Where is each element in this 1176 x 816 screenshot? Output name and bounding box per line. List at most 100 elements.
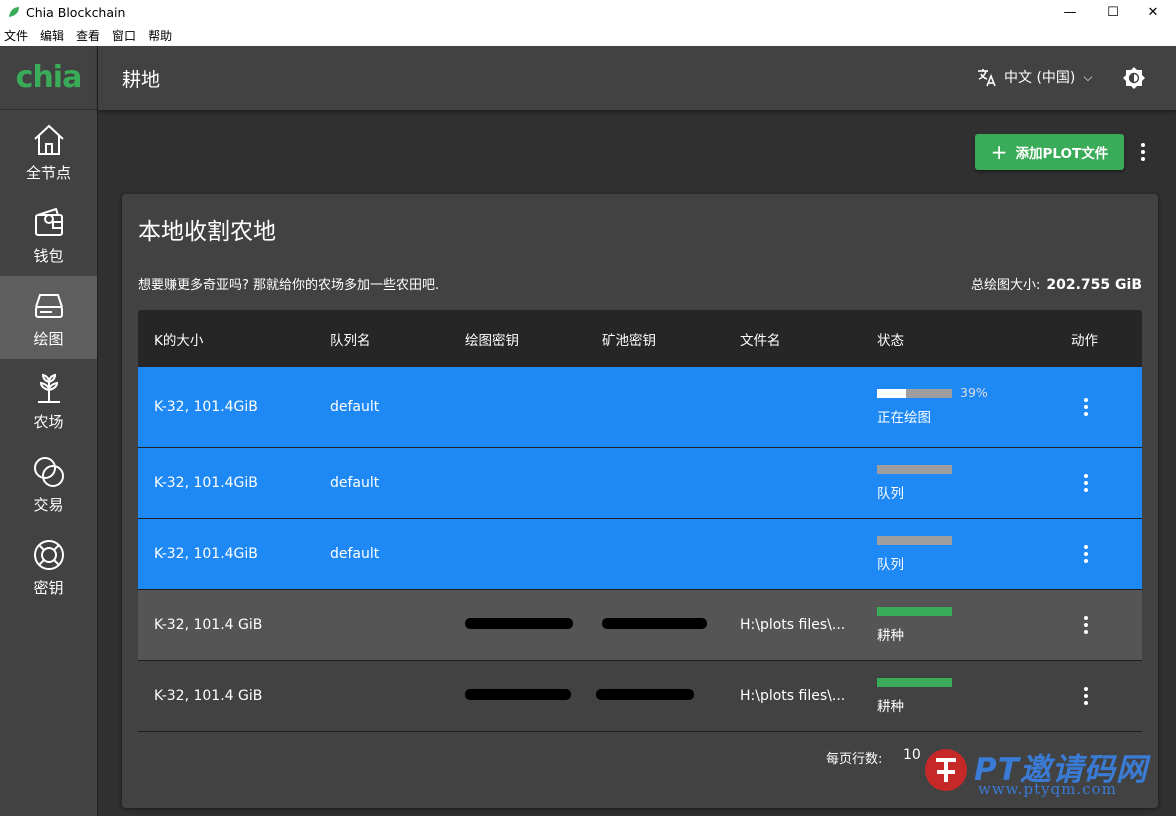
sidebar-item-trade[interactable]: 交易 (0, 442, 97, 525)
sidebar-item-keys[interactable]: 密钥 (0, 525, 97, 608)
cell-status: 耕种 (877, 606, 952, 644)
total-label: 总绘图大小: (971, 278, 1041, 293)
logo-area: chia (0, 46, 97, 110)
col-queue[interactable]: 队列名 (330, 329, 371, 349)
cell-queue: default (330, 399, 380, 415)
cell-k-size: K-32, 101.4 GiB (154, 617, 263, 633)
more-vert-icon[interactable] (1077, 471, 1095, 495)
plots-card: 本地收割农地 想要赚更多奇亚吗? 那就给你的农场多加一些农田吧. 总绘图大小: 2… (122, 194, 1158, 808)
table-row[interactable]: K-32, 101.4GiB default 队列 (138, 448, 1142, 519)
cell-status: 39% 正在绘图 (877, 385, 988, 426)
progress-bar (877, 606, 952, 616)
col-filename[interactable]: 文件名 (740, 329, 781, 349)
menu-edit[interactable]: 编辑 (40, 27, 64, 44)
key-lifebuoy-icon (33, 539, 64, 570)
menu-file[interactable]: 文件 (4, 27, 28, 44)
menu-view[interactable]: 查看 (76, 27, 100, 44)
translate-icon (978, 69, 996, 87)
wallet-icon (34, 207, 63, 236)
rows-per-page-label: 每页行数: (826, 752, 883, 767)
chevron-down-icon: ⌵ (1083, 69, 1093, 84)
watermark-url: www.ptyqm.com (978, 780, 1117, 798)
status-label: 耕种 (877, 627, 904, 644)
page-title: 耕地 (122, 68, 161, 91)
add-plot-label: 添加PLOT文件 (1015, 146, 1109, 162)
cell-k-size: K-32, 101.4 GiB (154, 688, 263, 704)
plus-icon: + (990, 140, 1008, 164)
sidebar: chia 全节点 钱包 绘图 农场 交易 密钥 (0, 46, 98, 816)
more-vert-icon[interactable] (1077, 684, 1095, 708)
menu-help[interactable]: 帮助 (148, 27, 172, 44)
close-button[interactable]: ✕ (1130, 0, 1176, 24)
sidebar-item-label: 绘图 (33, 329, 64, 348)
table-row[interactable]: K-32, 101.4GiB default 39% 正在绘图 (138, 367, 1142, 448)
table-row[interactable]: K-32, 101.4 GiB H:\plots files\... 耕种 (138, 590, 1142, 661)
table-row[interactable]: K-32, 101.4GiB default 队列 (138, 519, 1142, 590)
cell-filename: H:\plots files\... (740, 688, 846, 704)
cell-plot-key-redacted (465, 617, 573, 633)
sidebar-item-label: 交易 (33, 495, 64, 514)
col-k-size[interactable]: K的大小 (154, 329, 203, 349)
cell-queue: default (330, 475, 380, 491)
total-value: 202.755 GiB (1046, 277, 1142, 293)
watermark: PT邀请码网 www.ptyqm.com (920, 744, 1170, 800)
menu-window[interactable]: 窗口 (112, 27, 136, 44)
progress-percent: 39% (960, 384, 988, 400)
window-title: Chia Blockchain (26, 4, 126, 20)
minimize-button[interactable]: — (1047, 0, 1093, 24)
cell-pool-key-redacted (602, 617, 707, 633)
more-vert-icon[interactable] (1134, 140, 1152, 164)
cell-filename: H:\plots files\... (740, 617, 846, 633)
progress-bar (877, 464, 952, 474)
cell-queue: default (330, 546, 380, 562)
add-plot-button[interactable]: + 添加PLOT文件 (975, 134, 1124, 170)
sprout-icon (37, 373, 60, 403)
col-status[interactable]: 状态 (877, 329, 904, 349)
cell-pool-key-redacted (596, 688, 694, 704)
sidebar-item-label: 农场 (33, 412, 64, 431)
rows-per-page-select[interactable]: 10 (903, 747, 921, 763)
col-plot-key[interactable]: 绘图密钥 (465, 329, 519, 349)
more-vert-icon[interactable] (1077, 395, 1095, 419)
cell-status: 耕种 (877, 677, 952, 715)
table-header: K的大小 队列名 绘图密钥 矿池密钥 文件名 状态 动作 (138, 310, 1142, 367)
window-titlebar: Chia Blockchain (0, 0, 1176, 24)
sidebar-item-label: 密钥 (33, 578, 64, 597)
col-action: 动作 (1071, 332, 1098, 349)
sidebar-item-label: 钱包 (33, 246, 64, 265)
progress-bar (877, 535, 952, 545)
trade-icon (33, 456, 64, 487)
col-pool-key[interactable]: 矿池密钥 (602, 329, 656, 349)
progress-bar (877, 388, 952, 398)
total-plot-size: 总绘图大小: 202.755 GiB (971, 274, 1142, 293)
chia-logo[interactable]: chia (16, 60, 83, 95)
cell-status: 队列 (877, 535, 952, 573)
cell-status: 队列 (877, 464, 952, 502)
table-row[interactable]: K-32, 101.4 GiB H:\plots files\... 耕种 (138, 661, 1142, 732)
card-hint: 想要赚更多奇亚吗? 那就给你的农场多加一些农田吧. (138, 278, 440, 293)
cell-plot-key-redacted (465, 688, 571, 704)
cell-k-size: K-32, 101.4GiB (154, 399, 258, 415)
status-label: 正在绘图 (877, 409, 931, 426)
sidebar-item-plots[interactable]: 绘图 (0, 276, 97, 359)
status-label: 队列 (877, 485, 904, 502)
status-label: 队列 (877, 556, 904, 573)
home-icon (33, 124, 64, 155)
more-vert-icon[interactable] (1077, 613, 1095, 637)
menubar: 文件 编辑 查看 窗口 帮助 (0, 24, 1176, 46)
sidebar-item-full-node[interactable]: 全节点 (0, 110, 97, 193)
chia-leaf-icon (9, 7, 19, 17)
language-label: 中文 (中国) (1004, 70, 1076, 86)
sidebar-item-wallet[interactable]: 钱包 (0, 193, 97, 276)
progress-bar (877, 677, 952, 687)
more-vert-icon[interactable] (1077, 542, 1095, 566)
sidebar-item-farm[interactable]: 农场 (0, 359, 97, 442)
cell-k-size: K-32, 101.4GiB (154, 546, 258, 562)
sidebar-item-label: 全节点 (25, 163, 71, 182)
status-label: 耕种 (877, 698, 904, 715)
language-selector[interactable]: 中文 (中国) ⌵ (976, 66, 1092, 88)
theme-toggle-icon[interactable] (1122, 66, 1146, 90)
card-title: 本地收割农地 (138, 219, 276, 245)
cell-k-size: K-32, 101.4GiB (154, 475, 258, 491)
drive-icon (34, 293, 63, 318)
